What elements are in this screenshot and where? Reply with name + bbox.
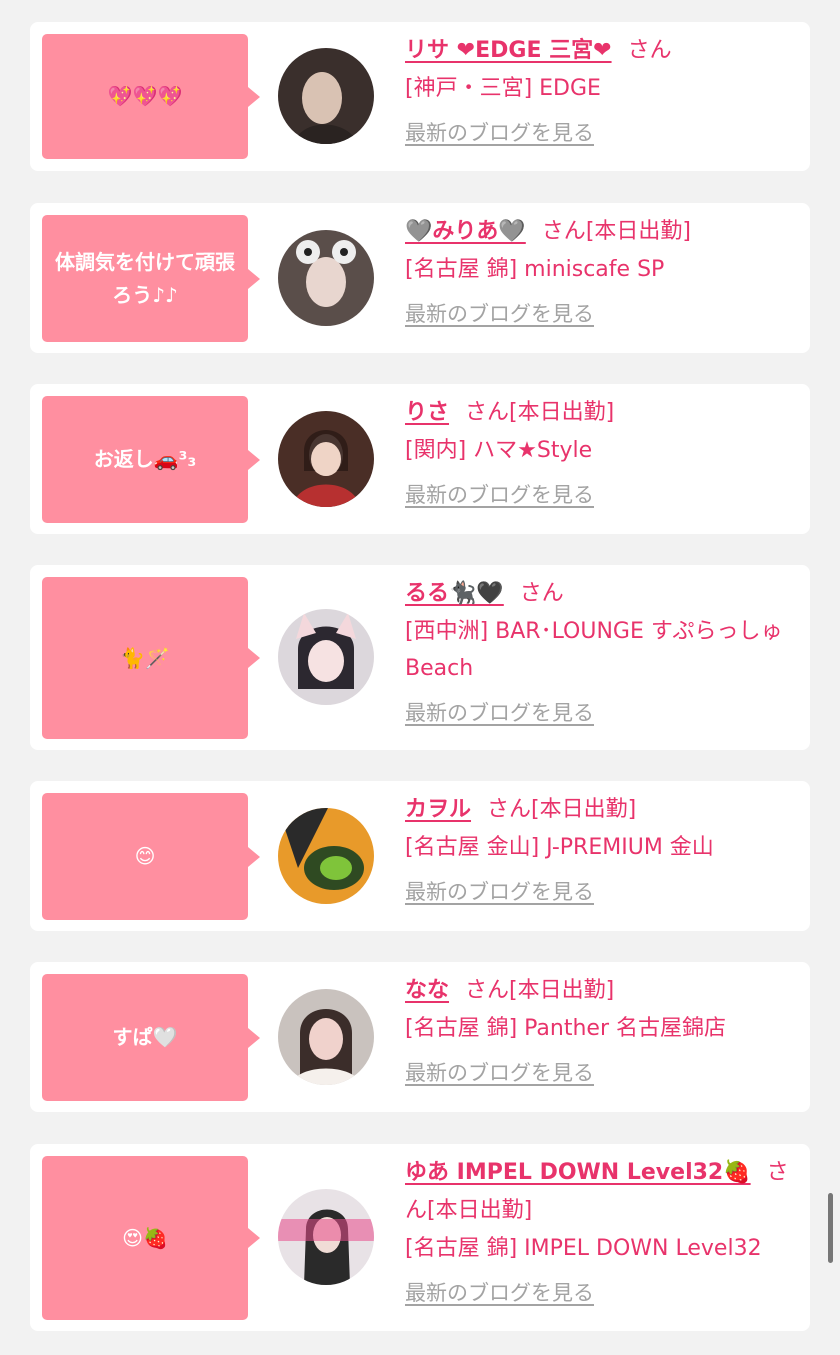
avatar-image: [278, 989, 374, 1085]
shop-info: [名古屋 錦] IMPEL DOWN Level32: [405, 1236, 762, 1261]
name-suffix: さん: [519, 581, 564, 606]
name-suffix: さん: [487, 797, 532, 822]
latest-blog-link[interactable]: 最新のブログを見る: [405, 1275, 594, 1311]
shop-info: [西中洲] BAR･LOUNGE すぷらっしゅBeach: [405, 619, 783, 681]
cast-name-link[interactable]: りさ: [405, 400, 449, 425]
latest-blog-link[interactable]: 最新のブログを見る: [405, 874, 594, 910]
avatar[interactable]: [278, 808, 374, 904]
cast-card: 💖💖💖 リサ ❤EDGE 三宮❤ さん [神戸・三宮] EDGE 最新のブログを見…: [30, 22, 810, 171]
avatar[interactable]: [278, 411, 374, 507]
avatar[interactable]: [278, 609, 374, 705]
cast-name-link[interactable]: 🩶みりあ🩶: [405, 219, 526, 244]
name-suffix: さん: [541, 219, 586, 244]
latest-blog-link[interactable]: 最新のブログを見る: [405, 1055, 594, 1091]
avatar-image: [278, 609, 374, 705]
cast-card: 😊 カヲル さん[本日出勤] [名古屋 金山] J-PREMIUM 金山 最新のブ…: [30, 781, 810, 931]
message-bubble: 😊: [42, 793, 260, 920]
message-bubble: すぱ🤍: [42, 974, 260, 1101]
message-bubble: 🐈🪄: [42, 577, 260, 739]
avatar-image: [278, 1189, 374, 1285]
shop-info: [関内] ハマ★Style: [405, 438, 593, 463]
message-bubble: 💖💖💖: [42, 34, 260, 159]
latest-blog-link[interactable]: 最新のブログを見る: [405, 695, 594, 731]
cast-name-link[interactable]: リサ ❤EDGE 三宮❤: [405, 38, 612, 63]
message-bubble: お返し🚗³₃: [42, 396, 260, 523]
attendance-status: [本日出勤]: [509, 400, 615, 425]
cast-card: 体調気を付けて頑張ろう♪♪ 🩶みりあ🩶 さん[本日出勤] [名古屋 錦] mini…: [30, 203, 810, 353]
cast-card: すぱ🤍 なな さん[本日出勤] [名古屋 錦] Panther 名古屋錦店 最新の…: [30, 962, 810, 1112]
shop-info: [名古屋 錦] Panther 名古屋錦店: [405, 1016, 726, 1041]
name-suffix: さん: [465, 978, 510, 1003]
avatar[interactable]: [278, 989, 374, 1085]
cast-name-link[interactable]: ゆあ IMPEL DOWN Level32🍓: [405, 1160, 751, 1185]
latest-blog-link[interactable]: 最新のブログを見る: [405, 115, 594, 151]
name-suffix: さん: [465, 400, 510, 425]
avatar[interactable]: [278, 230, 374, 326]
cast-name-link[interactable]: カヲル: [405, 797, 471, 822]
attendance-status: [本日出勤]: [531, 797, 637, 822]
message-bubble: 😍🍓: [42, 1156, 260, 1320]
cast-name-link[interactable]: なな: [405, 978, 449, 1003]
cast-card: 😍🍓 ゆあ IMPEL DOWN Level32🍓 さん[本日出勤] [名古屋 錦…: [30, 1144, 810, 1331]
avatar-image: [278, 230, 374, 326]
attendance-status: [本日出勤]: [585, 219, 691, 244]
attendance-status: [本日出勤]: [427, 1198, 533, 1223]
latest-blog-link[interactable]: 最新のブログを見る: [405, 296, 594, 332]
avatar-image: [278, 48, 374, 144]
shop-info: [名古屋 金山] J-PREMIUM 金山: [405, 835, 714, 860]
cast-card: 🐈🪄 るる🐈‍⬛🖤 さん [西中洲] BAR･LOUNGE すぷらっしゅBeach…: [30, 565, 810, 750]
cast-card: お返し🚗³₃ りさ さん[本日出勤] [関内] ハマ★Style 最新のブログを見…: [30, 384, 810, 534]
shop-info: [名古屋 錦] miniscafe SP: [405, 257, 665, 282]
avatar-image: [278, 808, 374, 904]
cast-name-link[interactable]: るる🐈‍⬛🖤: [405, 581, 504, 606]
avatar-image: [278, 411, 374, 507]
message-bubble: 体調気を付けて頑張ろう♪♪: [42, 215, 260, 342]
avatar[interactable]: [278, 48, 374, 144]
shop-info: [神戸・三宮] EDGE: [405, 76, 601, 101]
scrollbar[interactable]: [828, 1193, 833, 1263]
attendance-status: [本日出勤]: [509, 978, 615, 1003]
name-suffix: さん: [627, 38, 672, 63]
latest-blog-link[interactable]: 最新のブログを見る: [405, 477, 594, 513]
avatar[interactable]: [278, 1189, 374, 1285]
